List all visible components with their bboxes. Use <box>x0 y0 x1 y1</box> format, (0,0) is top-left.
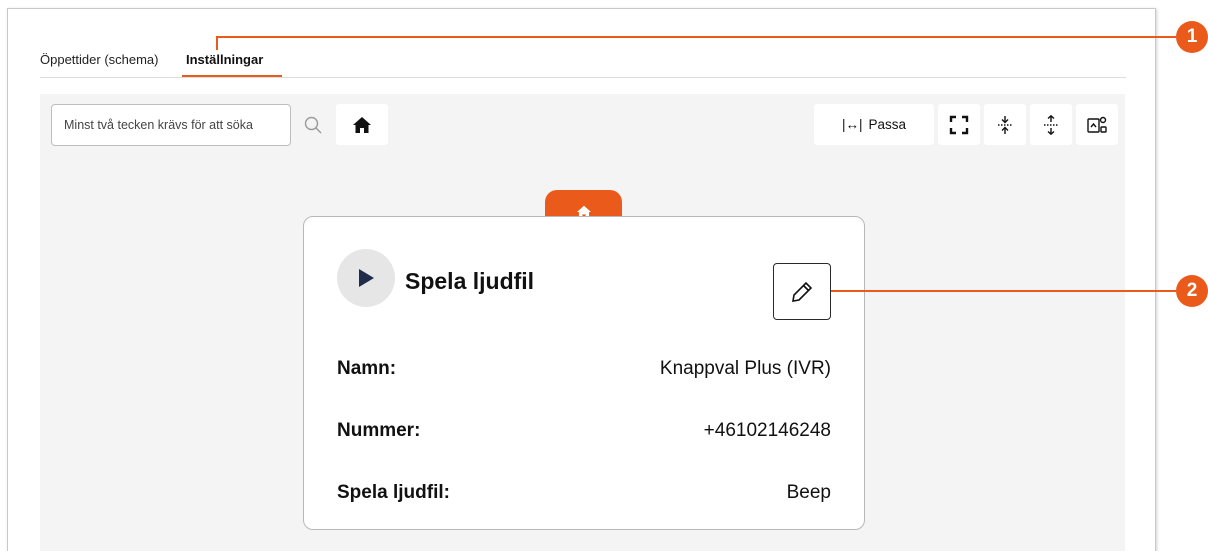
fullscreen-button[interactable] <box>938 104 980 145</box>
fit-button[interactable]: |↔| Passa <box>814 104 934 145</box>
pencil-icon <box>792 281 813 302</box>
field-label-number: Nummer: <box>337 420 421 441</box>
edit-button[interactable] <box>773 263 831 320</box>
field-value-number: +46102146248 <box>703 420 831 441</box>
fullscreen-icon <box>949 115 969 134</box>
play-button[interactable] <box>337 249 395 307</box>
field-label-name: Namn: <box>337 358 397 379</box>
search-icon[interactable] <box>303 115 323 135</box>
field-label-audio: Spela ljudfil: <box>337 482 450 503</box>
search-input[interactable] <box>51 104 291 146</box>
node-title: Spela ljudfil <box>405 268 535 294</box>
home-button[interactable] <box>336 104 388 145</box>
expand-vertical-button[interactable] <box>1030 104 1072 145</box>
fit-symbol: |↔| <box>841 117 863 132</box>
tabs-divider <box>40 77 1126 78</box>
home-icon <box>353 116 371 133</box>
callout-1-badge: 1 <box>1176 21 1208 53</box>
callout-1-line <box>216 36 1176 38</box>
callout-2-line <box>831 290 1176 292</box>
export-image-button[interactable] <box>1076 104 1118 145</box>
field-value-audio: Beep <box>786 482 831 503</box>
play-icon <box>359 269 374 287</box>
collapse-vertical-button[interactable] <box>984 104 1026 145</box>
tab-settings[interactable]: Inställningar <box>186 52 263 67</box>
field-value-name: Knappval Plus (IVR) <box>659 358 831 379</box>
app-window: Öppettider (schema) Inställningar |↔| Pa… <box>0 0 1208 551</box>
tab-schedule[interactable]: Öppettider (schema) <box>40 52 159 67</box>
fit-label: Passa <box>868 117 907 132</box>
collapse-vertical-icon <box>998 115 1012 134</box>
callout-2-badge: 2 <box>1176 275 1208 307</box>
expand-vertical-icon <box>1044 114 1058 135</box>
callout-1-connector <box>216 36 218 50</box>
export-image-icon <box>1087 116 1107 133</box>
